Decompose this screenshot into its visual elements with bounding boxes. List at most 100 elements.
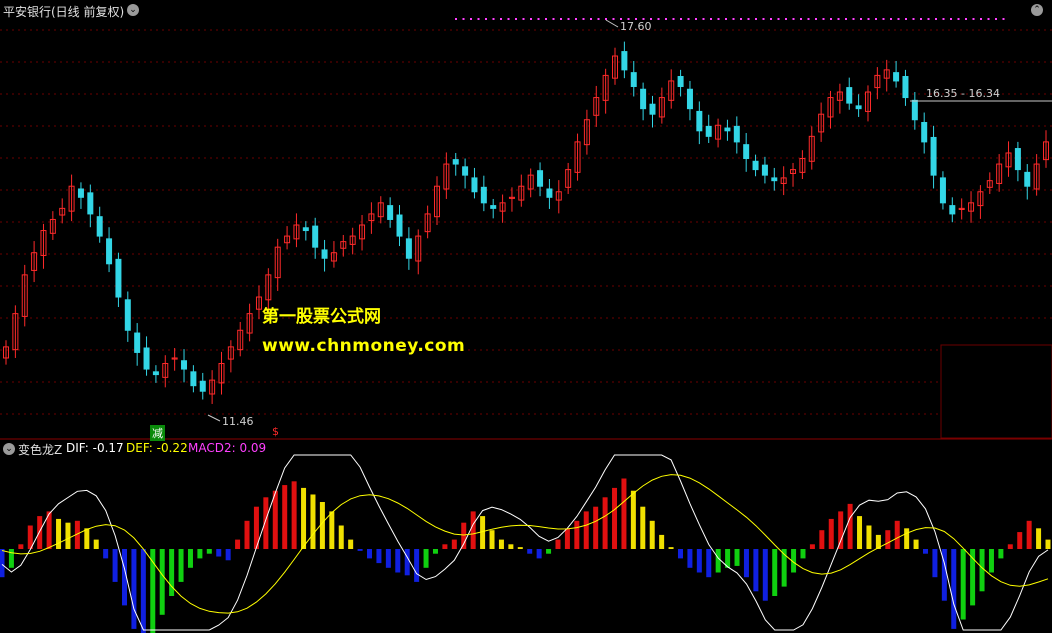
macd-bar	[84, 528, 90, 549]
macd-bar	[65, 522, 71, 549]
candle-body	[939, 177, 946, 204]
signal-dot	[770, 18, 772, 20]
signal-dot	[612, 18, 615, 20]
indicator-dropdown-button[interactable]: ⌄	[3, 443, 15, 455]
candle-body	[537, 170, 544, 187]
macd-bar	[828, 518, 834, 549]
low-price-label: 11.46	[222, 415, 254, 428]
candle-body	[546, 188, 553, 198]
macd-bar	[404, 549, 410, 576]
chart-canvas[interactable]	[0, 0, 1052, 633]
macd-bar	[979, 549, 985, 592]
signal-dot	[687, 18, 690, 20]
macd-bar	[593, 506, 599, 549]
buy-signal-mark: $	[272, 425, 279, 438]
signal-dot	[455, 18, 457, 20]
signal-dot	[852, 18, 855, 20]
candle-body	[302, 227, 309, 232]
candle-body	[452, 159, 459, 165]
candle-body	[106, 238, 113, 265]
macd-bar	[263, 497, 269, 549]
signal-dot	[507, 18, 510, 20]
signal-dot	[732, 18, 735, 20]
macd-bar	[517, 547, 523, 549]
candle-body	[640, 88, 647, 110]
candle-body	[396, 214, 403, 237]
signal-dot	[582, 18, 585, 20]
macd-bar	[602, 497, 608, 549]
macd-bar	[37, 516, 43, 549]
signal-dot	[912, 18, 915, 20]
macd-bar	[1045, 539, 1051, 549]
grid-lines	[0, 29, 1052, 415]
macd-bar	[498, 539, 504, 549]
signal-dot	[777, 18, 780, 20]
signal-dot	[597, 18, 600, 20]
candle-body	[930, 136, 937, 176]
macd-bar	[1026, 520, 1032, 549]
signal-dot	[755, 18, 757, 20]
macd-bar	[1017, 532, 1023, 549]
candle-body	[87, 192, 94, 215]
candle-body	[96, 216, 103, 237]
title-dropdown-button[interactable]: ⌄	[127, 4, 139, 16]
macd-bar	[668, 547, 674, 549]
macd-bar	[442, 544, 448, 549]
macd-bar	[583, 511, 589, 549]
signal-dot	[927, 18, 930, 20]
candle-body	[77, 188, 84, 198]
macd-bar	[687, 549, 693, 568]
chart-title: 平安银行(日线 前复权)	[3, 5, 125, 19]
candle-body	[1014, 148, 1021, 171]
macd-bar	[951, 549, 957, 629]
signal-dot	[680, 18, 682, 20]
macd-bar	[630, 490, 636, 549]
signal-dot	[717, 18, 720, 20]
macd2-value: MACD2: 0.09	[188, 441, 267, 455]
macd-bar	[159, 549, 165, 615]
candle-body	[696, 110, 703, 132]
macd-bar	[706, 549, 712, 578]
signal-dot	[822, 18, 825, 20]
signal-dot	[657, 18, 660, 20]
collapse-button[interactable]: ⌃	[1031, 4, 1043, 16]
signal-dot	[815, 18, 817, 20]
candle-body	[471, 177, 478, 193]
macd-bar	[329, 511, 335, 549]
watermark-url: www.chnmoney.com	[262, 336, 466, 356]
macd-bar	[187, 549, 193, 568]
signal-dot	[792, 18, 795, 20]
macd-bar	[640, 506, 646, 549]
macd-bar	[103, 549, 109, 559]
signal-dot	[867, 18, 870, 20]
candle-body	[199, 380, 206, 392]
candle-body	[649, 103, 656, 115]
candle-body	[124, 299, 131, 331]
candle-body	[405, 238, 412, 259]
sell-signal-mark: 减	[150, 425, 165, 441]
macd-bar	[376, 549, 382, 564]
macd-bar	[206, 549, 212, 554]
candle-body	[733, 125, 740, 143]
macd-bar	[546, 549, 552, 554]
candle-body	[134, 332, 141, 353]
def-line	[1, 474, 1049, 614]
signal-dot	[935, 18, 937, 20]
macd-bar	[970, 549, 976, 606]
macd-bar	[169, 549, 175, 596]
macd-bar	[527, 549, 533, 554]
signal-dot	[492, 18, 495, 20]
macd-bar	[866, 525, 872, 549]
candle-body	[321, 249, 328, 259]
candle-body	[677, 76, 684, 87]
low-pointer	[207, 414, 221, 422]
candle-body	[1024, 171, 1031, 187]
macd-bar	[470, 511, 476, 549]
macd-histogram	[0, 478, 1051, 633]
signal-dot	[972, 18, 975, 20]
macd-bar	[178, 549, 184, 582]
macd-bar	[140, 549, 146, 633]
signal-dot	[740, 18, 742, 20]
signal-dot	[905, 18, 907, 20]
signal-dot	[800, 18, 802, 20]
